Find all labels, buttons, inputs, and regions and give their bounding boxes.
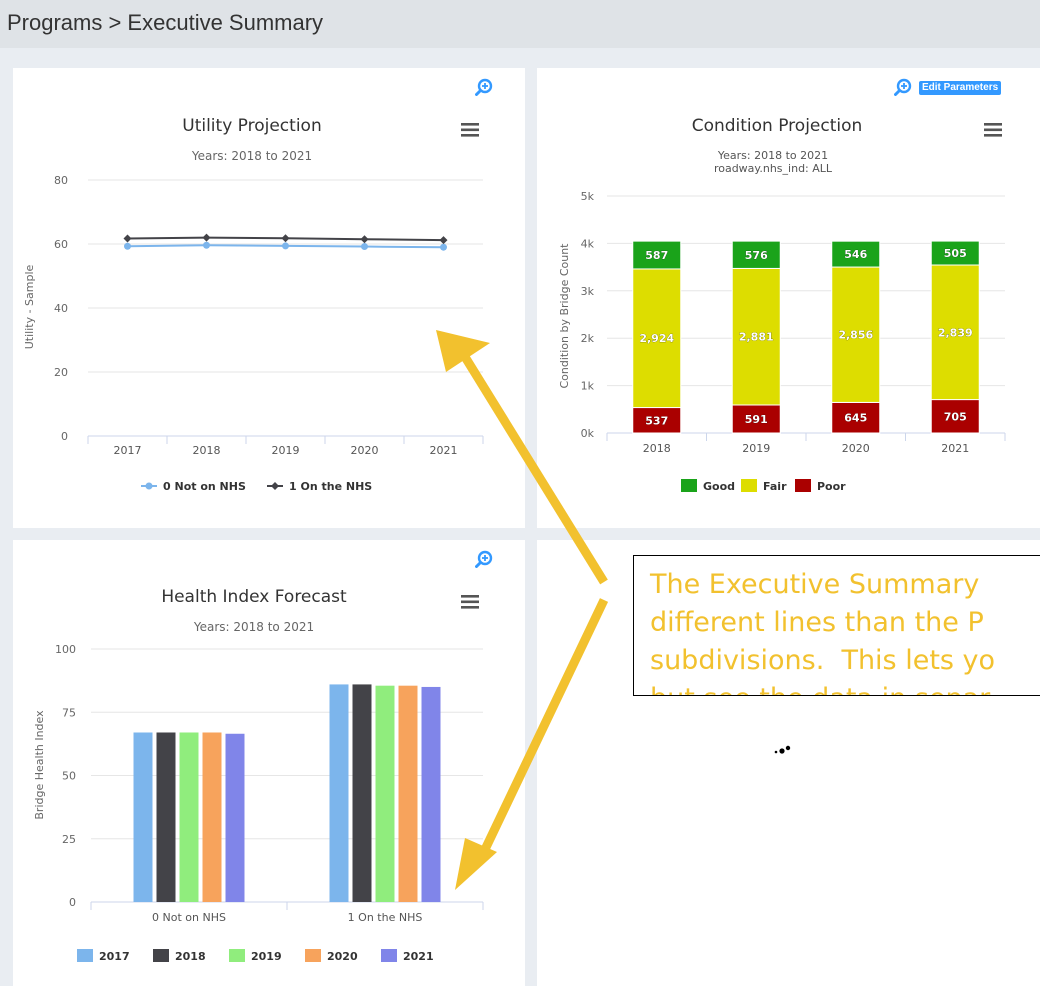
arrow-to-health-chart bbox=[455, 598, 609, 890]
annotation-arrows bbox=[436, 330, 609, 890]
arrow-to-utility-chart bbox=[436, 330, 608, 585]
